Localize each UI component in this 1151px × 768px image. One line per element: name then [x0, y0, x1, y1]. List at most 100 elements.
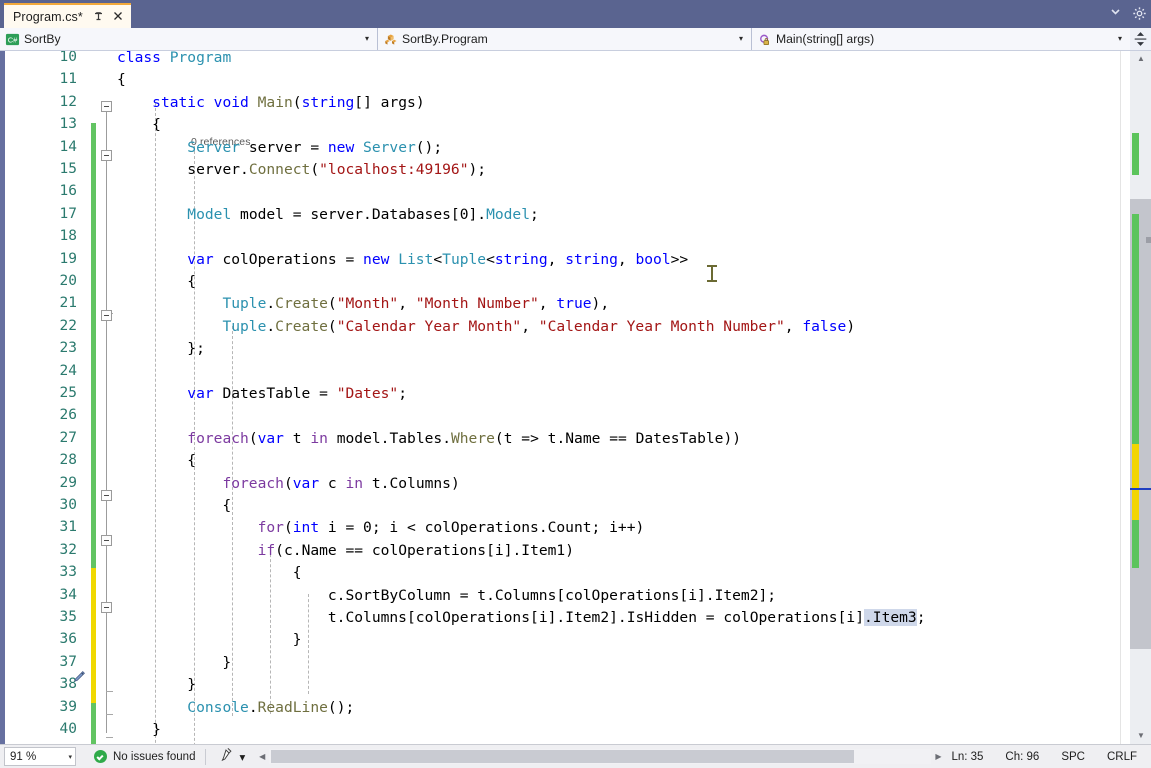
code-text-area[interactable]: 1011121314151617181920212223242526272829…	[5, 51, 1120, 744]
zoom-level-selector[interactable]: 91 % ▾	[4, 747, 76, 766]
scroll-right-arrow[interactable]: ▶	[931, 752, 945, 761]
chevron-down-icon[interactable]	[1109, 5, 1122, 21]
code-line[interactable]: server.Connect("localhost:49196");	[117, 159, 486, 181]
line-number: 33	[7, 561, 77, 583]
change-bar-saved	[91, 703, 96, 744]
code-line[interactable]: static void Main(string[] args)	[117, 92, 425, 114]
horizontal-scrollbar[interactable]: ◀ ▶	[255, 748, 945, 765]
marker-caret-line	[1130, 488, 1151, 490]
collapse-box[interactable]	[101, 101, 112, 112]
code-line[interactable]: {	[117, 114, 161, 136]
split-view-icon[interactable]	[1130, 28, 1151, 50]
pin-icon[interactable]	[92, 10, 105, 23]
code-line[interactable]: Server server = new Server();	[117, 137, 442, 159]
code-line[interactable]: Tuple.Create("Calendar Year Month", "Cal…	[117, 316, 855, 338]
status-divider	[205, 749, 206, 765]
chevron-down-icon[interactable]: ▾	[68, 753, 72, 761]
line-number: 12	[7, 91, 77, 113]
line-number: 17	[7, 203, 77, 225]
marker-unsaved	[1132, 444, 1139, 520]
line-number: 37	[7, 651, 77, 673]
quick-actions-pen-icon[interactable]	[71, 669, 87, 685]
chevron-down-icon[interactable]: ▾	[239, 750, 245, 764]
collapse-box[interactable]	[101, 602, 112, 613]
ink-tool-icon[interactable]	[220, 748, 235, 766]
class-icon	[383, 32, 398, 47]
chevron-down-icon[interactable]: ▾	[1114, 28, 1126, 50]
code-line[interactable]: {	[117, 495, 231, 517]
code-line[interactable]: foreach(var c in t.Columns)	[117, 473, 460, 495]
title-bar: Program.cs*	[0, 0, 1151, 28]
marker-changed	[1132, 214, 1139, 444]
scroll-left-arrow[interactable]: ◀	[255, 752, 269, 761]
code-line[interactable]: for(int i = 0; i < colOperations.Count; …	[117, 517, 644, 539]
code-line[interactable]: var colOperations = new List<Tuple<strin…	[117, 249, 688, 271]
document-tab-program-cs[interactable]: Program.cs*	[4, 3, 131, 28]
collapse-box[interactable]	[101, 150, 112, 161]
code-editor[interactable]: 1011121314151617181920212223242526272829…	[0, 51, 1151, 744]
member-dropdown-label: Main(string[] args)	[776, 32, 1114, 46]
line-number: 22	[7, 315, 77, 337]
code-line[interactable]: t.Columns[colOperations[i].Item2].IsHidd…	[117, 607, 926, 629]
line-indicator: Ln: 35	[951, 751, 983, 763]
member-dropdown[interactable]: Main(string[] args) ▾	[752, 28, 1130, 50]
status-bar: 91 % ▾ No issues found ▾ ◀ ▶ L	[0, 744, 1151, 768]
vertical-scrollbar[interactable]: ▲ ▼	[1120, 51, 1151, 744]
project-dropdown[interactable]: C# SortBy ▾	[0, 28, 378, 50]
issues-status-label: No issues found	[113, 751, 195, 763]
close-icon[interactable]	[112, 10, 125, 23]
line-ending-indicator[interactable]: CRLF	[1107, 751, 1137, 763]
scroll-up-arrow[interactable]: ▲	[1130, 51, 1151, 67]
ink-tool-button[interactable]: ▾	[220, 748, 245, 766]
project-dropdown-label: SortBy	[24, 32, 361, 46]
source-code[interactable]: class Program{ static void Main(string[]…	[117, 51, 1120, 744]
code-line[interactable]: if(c.Name == colOperations[i].Item1)	[117, 540, 574, 562]
code-line[interactable]: {	[117, 450, 196, 472]
change-bar-unsaved	[91, 568, 96, 703]
indentation-indicator[interactable]: SPC	[1061, 751, 1085, 763]
navigation-bar: C# SortBy ▾ SortBy.Program ▾	[0, 28, 1151, 51]
line-number: 36	[7, 628, 77, 650]
code-line[interactable]: };	[117, 338, 205, 360]
code-line[interactable]: Tuple.Create("Month", "Month Number", tr…	[117, 293, 609, 315]
code-line[interactable]: Model model = server.Databases[0].Model;	[117, 204, 539, 226]
code-line[interactable]: Console.ReadLine();	[117, 697, 354, 719]
collapse-box[interactable]	[101, 310, 112, 321]
visual-studio-window: Program.cs*	[0, 0, 1151, 768]
code-line[interactable]: {	[117, 69, 126, 91]
outlining-column[interactable]	[100, 51, 114, 744]
line-number: 40	[7, 718, 77, 740]
scrollbar-grip[interactable]	[1146, 237, 1151, 243]
code-line[interactable]: {	[117, 271, 196, 293]
code-line[interactable]: }	[117, 652, 231, 674]
line-number: 32	[7, 539, 77, 561]
line-number: 34	[7, 584, 77, 606]
line-number: 21	[7, 292, 77, 314]
hscroll-track[interactable]	[269, 749, 931, 764]
scroll-down-arrow[interactable]: ▼	[1130, 728, 1151, 744]
code-line[interactable]: class Program	[117, 51, 231, 69]
hscroll-thumb[interactable]	[271, 750, 854, 763]
collapse-box[interactable]	[101, 490, 112, 501]
chevron-down-icon[interactable]: ▾	[735, 28, 747, 50]
code-line[interactable]: }	[117, 629, 302, 651]
line-number-gutter: 1011121314151617181920212223242526272829…	[5, 51, 85, 744]
code-line[interactable]: foreach(var t in model.Tables.Where(t =>…	[117, 428, 741, 450]
type-dropdown[interactable]: SortBy.Program ▾	[378, 28, 752, 50]
change-bar-saved	[91, 123, 96, 568]
line-number: 39	[7, 696, 77, 718]
code-line[interactable]: c.SortByColumn = t.Columns[colOperations…	[117, 585, 776, 607]
code-line[interactable]: var DatesTable = "Dates";	[117, 383, 407, 405]
issues-status[interactable]: No issues found	[94, 750, 195, 763]
marker-changed	[1132, 520, 1139, 568]
check-circle-icon	[94, 750, 107, 763]
collapse-box[interactable]	[101, 535, 112, 546]
code-line[interactable]: }	[117, 674, 196, 696]
line-number: 25	[7, 382, 77, 404]
gear-icon[interactable]	[1132, 6, 1147, 21]
chevron-down-icon[interactable]: ▾	[361, 28, 373, 50]
code-line[interactable]: {	[117, 562, 302, 584]
code-line[interactable]: }	[117, 719, 161, 741]
line-number: 27	[7, 427, 77, 449]
line-number: 18	[7, 225, 77, 247]
